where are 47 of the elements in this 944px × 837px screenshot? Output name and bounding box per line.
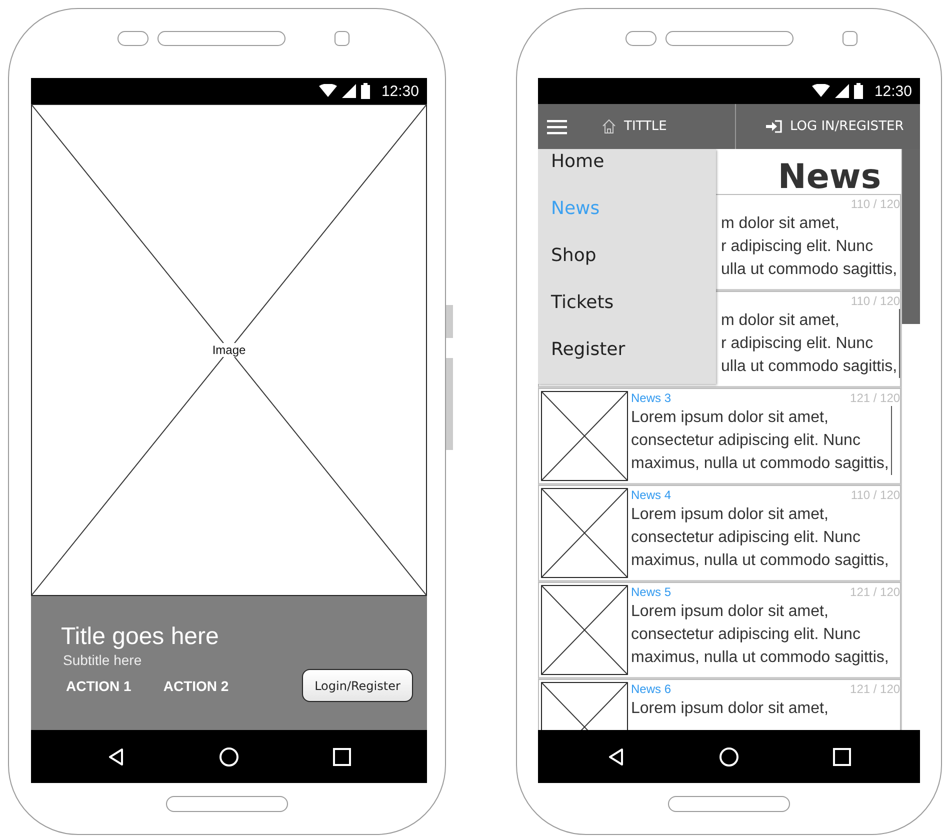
- menu-item[interactable]: Shop: [538, 243, 716, 290]
- menu-item[interactable]: Home: [538, 149, 716, 196]
- recents-icon[interactable]: [833, 748, 851, 766]
- home-icon: [602, 119, 616, 134]
- card-subtitle: Subtitle here: [63, 651, 143, 669]
- login-icon: [766, 120, 782, 133]
- home-icon[interactable]: [719, 746, 739, 766]
- signal-icon: [342, 84, 356, 98]
- action-button[interactable]: ACTION 2: [158, 674, 234, 698]
- news-count: 110 / 120: [850, 488, 900, 502]
- menu-item[interactable]: Tickets: [538, 290, 716, 337]
- news-title[interactable]: News 4: [631, 488, 672, 502]
- battery-icon: [361, 83, 370, 99]
- recents-icon[interactable]: [333, 748, 351, 766]
- news-count: 110 / 120: [850, 294, 900, 308]
- news-count: 121 / 120: [850, 585, 900, 599]
- page-heading: News: [778, 156, 882, 194]
- image-label: Image: [212, 343, 246, 357]
- signal-icon: [835, 84, 850, 98]
- battery-icon: [854, 83, 864, 99]
- news-count: 110 / 120: [850, 197, 900, 211]
- login-button[interactable]: LOG IN/REGISTER: [766, 104, 904, 149]
- news-title[interactable]: News 6: [631, 682, 672, 696]
- news-count: 121 / 120: [850, 391, 900, 405]
- card-title: Title goes here: [61, 623, 220, 651]
- home-icon[interactable]: [219, 746, 239, 766]
- back-icon[interactable]: [108, 748, 124, 766]
- news-text: m dolor sit amet, r adipiscing elit. Nunc ulla ut commodo sagittis,: [721, 214, 898, 280]
- news-count: 121 / 120: [850, 682, 900, 696]
- news-text: Lorem ipsum dolor sit amet, consectetur adipiscing elit. Nunc maximus, nulla ut commodo sagittis,: [631, 602, 890, 668]
- back-icon[interactable]: [608, 748, 624, 766]
- status-time: 12:30: [874, 82, 912, 100]
- news-text: Lorem ipsum dolor sit amet, consectetur adipiscing elit. Nunc maximus, nulla ut commodo sagittis,: [631, 505, 890, 571]
- action-button[interactable]: ACTION 1: [61, 674, 136, 698]
- title-button[interactable]: TITTLE: [602, 119, 667, 134]
- news-text: Lorem ipsum dolor sit amet,: [631, 699, 830, 719]
- scrollbar-thumb[interactable]: [902, 149, 920, 324]
- status-time: 12:30: [381, 82, 419, 100]
- menu-item[interactable]: Register: [538, 337, 716, 384]
- wifi-icon: [319, 84, 338, 98]
- menu-icon[interactable]: [547, 118, 567, 134]
- login-button[interactable]: Login/Register: [302, 669, 413, 702]
- news-title[interactable]: News 5: [631, 585, 672, 599]
- news-text: Lorem ipsum dolor sit amet, consectetur adipiscing elit. Nunc maximus, nulla ut commodo sagittis,: [631, 406, 892, 475]
- wifi-icon: [812, 84, 830, 98]
- news-title[interactable]: News 3: [631, 391, 672, 405]
- news-text: m dolor sit amet, r adipiscing elit. Nunc ulla ut commodo sagittis,: [721, 309, 900, 378]
